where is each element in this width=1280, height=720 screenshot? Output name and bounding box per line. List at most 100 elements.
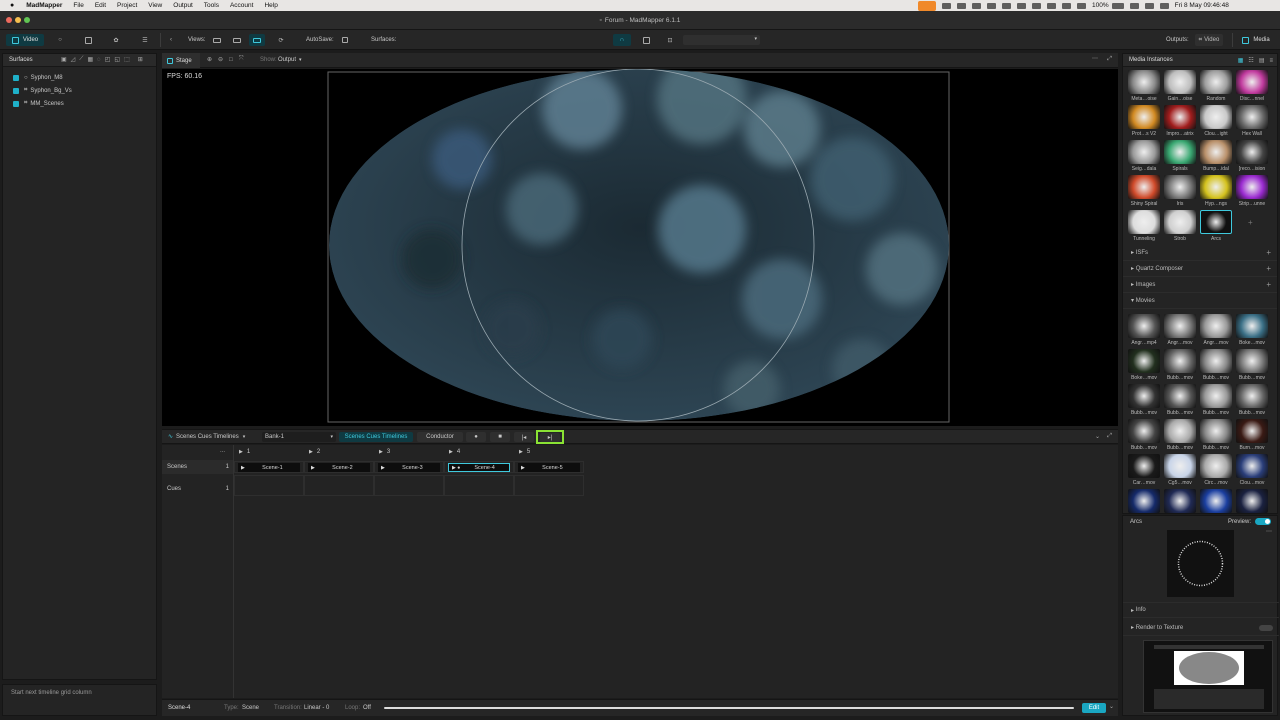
visibility-checkbox[interactable]: [13, 100, 19, 107]
menu-edit[interactable]: Edit: [95, 2, 106, 9]
cue-cell[interactable]: [304, 475, 374, 496]
cue-cell[interactable]: [374, 475, 444, 496]
menu-app-name[interactable]: MadMapper: [26, 2, 62, 9]
expand-icon[interactable]: ⤢: [1107, 56, 1112, 63]
zoom-in-icon[interactable]: ⊕: [207, 56, 212, 63]
grid-view-icon[interactable]: ▦: [1238, 57, 1244, 64]
chevron-down-icon[interactable]: ⌄: [1095, 433, 1100, 440]
menu-output[interactable]: Output: [173, 2, 193, 9]
more-icon[interactable]: ...: [220, 448, 225, 454]
scene-cell[interactable]: ▶ ● Scene-4: [444, 461, 514, 473]
menu-account[interactable]: Account: [230, 2, 254, 9]
lightbulb-button[interactable]: ○: [52, 34, 68, 46]
list-item[interactable]: ⌗ Syphon_Bg_Vs: [3, 84, 156, 97]
show-dropdown[interactable]: Output ▾: [278, 57, 302, 63]
visibility-checkbox[interactable]: [13, 74, 19, 81]
outputs-video-button[interactable]: ⌗ Video: [1195, 34, 1223, 46]
add-bezier-icon[interactable]: ◱: [114, 56, 120, 63]
wifi-icon[interactable]: [1129, 2, 1139, 9]
column-header[interactable]: ▶ 5: [514, 447, 584, 457]
sync-button[interactable]: ⟳: [274, 34, 288, 46]
section-images[interactable]: ▸ Images +: [1123, 277, 1277, 293]
preview-toggle[interactable]: [1255, 518, 1271, 525]
add-line-icon[interactable]: ⟋: [79, 56, 83, 63]
view-layout-3[interactable]: [249, 34, 265, 46]
video-mode-tab[interactable]: Video: [6, 34, 44, 46]
edit-button[interactable]: Edit: [1082, 703, 1106, 713]
minimize-window-button[interactable]: [15, 17, 21, 23]
menu-project[interactable]: Project: [117, 2, 137, 9]
fullscreen-icon[interactable]: ⤧: [239, 56, 244, 63]
media-tab[interactable]: Media: [1238, 34, 1274, 46]
menu-file[interactable]: File: [73, 2, 83, 9]
scene-progress-bar[interactable]: [384, 707, 1074, 709]
fit-frame-icon[interactable]: □: [229, 57, 233, 63]
search-icon[interactable]: [1144, 2, 1154, 9]
section-quartz-composer[interactable]: ▸ Quartz Composer +: [1123, 261, 1277, 277]
volume-icon[interactable]: [1062, 2, 1071, 9]
menu-icon[interactable]: ≡: [1269, 58, 1273, 64]
next-column-button[interactable]: ▸|: [536, 430, 564, 444]
view-layout-1[interactable]: [210, 34, 224, 46]
row-header-scenes[interactable]: Scenes 1: [162, 460, 233, 474]
bank-dropdown[interactable]: Bank-1 ▾: [262, 432, 336, 442]
back-button[interactable]: ‹: [166, 34, 176, 46]
scene-cell[interactable]: ▶ Scene-2: [304, 461, 374, 473]
compact-view-icon[interactable]: ▤: [1259, 57, 1265, 64]
status-icon[interactable]: [1032, 2, 1041, 9]
list-item[interactable]: ○ Syphon_M8: [3, 71, 156, 84]
scene-cell[interactable]: ▶ Scene-1: [234, 461, 304, 473]
add-group-icon[interactable]: ⊞: [138, 56, 143, 63]
column-header[interactable]: ▶ 2: [304, 447, 374, 457]
list-item[interactable]: ⌗ MM_Scenes: [3, 97, 156, 110]
zoom-out-icon[interactable]: ⊖: [218, 56, 223, 63]
stage-tab[interactable]: Stage: [162, 53, 200, 68]
autosave-toggle[interactable]: [339, 34, 351, 46]
list-view-icon[interactable]: ☷: [1248, 57, 1253, 64]
previous-column-button[interactable]: |◂: [514, 432, 534, 442]
more-icon[interactable]: ⋯: [1092, 55, 1098, 62]
info-section[interactable]: ▸ Info: [1123, 602, 1279, 618]
render-toggle[interactable]: [1259, 625, 1273, 631]
status-icon[interactable]: [1047, 2, 1056, 9]
add-circle-icon[interactable]: ◌: [97, 57, 101, 63]
status-icon[interactable]: [1017, 2, 1026, 9]
section-isfs[interactable]: ▸ ISFs +: [1123, 245, 1277, 261]
record-button[interactable]: ●: [466, 432, 486, 442]
cue-cell[interactable]: [514, 475, 584, 496]
battery-icon[interactable]: [1111, 2, 1124, 9]
column-header[interactable]: ▶ 3: [374, 447, 444, 457]
settings-button[interactable]: ☰: [137, 34, 153, 46]
add-quad-icon[interactable]: ▣: [61, 56, 67, 63]
status-icon[interactable]: [987, 2, 996, 9]
scene-button[interactable]: ▶ Scene-1: [238, 463, 300, 472]
status-icon[interactable]: [1077, 2, 1086, 9]
add-media-icon[interactable]: +: [1248, 218, 1253, 227]
chevron-down-icon[interactable]: ⌄: [1109, 703, 1114, 710]
status-icon[interactable]: [957, 2, 966, 9]
view-layout-2[interactable]: [230, 34, 244, 46]
tab-conductor[interactable]: Conductor: [417, 432, 463, 442]
column-header[interactable]: ▶ 4: [444, 447, 514, 457]
clock[interactable]: Fri 8 May 09:46:48: [1175, 2, 1229, 9]
scene-button[interactable]: ▶ Scene-5: [518, 463, 580, 472]
surface-dropdown[interactable]: ▾: [683, 35, 760, 45]
scene-button[interactable]: ▶ Scene-2: [308, 463, 370, 472]
section-movies[interactable]: ▾ Movies: [1123, 293, 1277, 309]
scene-cell[interactable]: ▶ Scene-5: [514, 461, 584, 473]
add-mask-icon[interactable]: ◰: [105, 56, 111, 63]
visibility-checkbox[interactable]: [13, 87, 19, 94]
more-icon[interactable]: ⋯: [1266, 528, 1272, 535]
cue-cell[interactable]: [444, 475, 514, 496]
modules-button[interactable]: ✿: [108, 34, 124, 46]
add-icon[interactable]: +: [1266, 264, 1271, 273]
add-icon[interactable]: +: [1266, 248, 1271, 257]
column-header[interactable]: ▶ 1: [234, 447, 304, 457]
stop-button[interactable]: ■: [490, 432, 510, 442]
row-header-cues[interactable]: Cues 1: [162, 482, 233, 496]
mode-dropdown[interactable]: ∿ Scenes Cues Timelines ▾: [168, 433, 245, 441]
apple-icon[interactable]: ●: [10, 2, 14, 9]
scene-cell[interactable]: ▶ Scene-3: [374, 461, 444, 473]
menu-view[interactable]: View: [148, 2, 162, 9]
cue-cell[interactable]: [234, 475, 304, 496]
